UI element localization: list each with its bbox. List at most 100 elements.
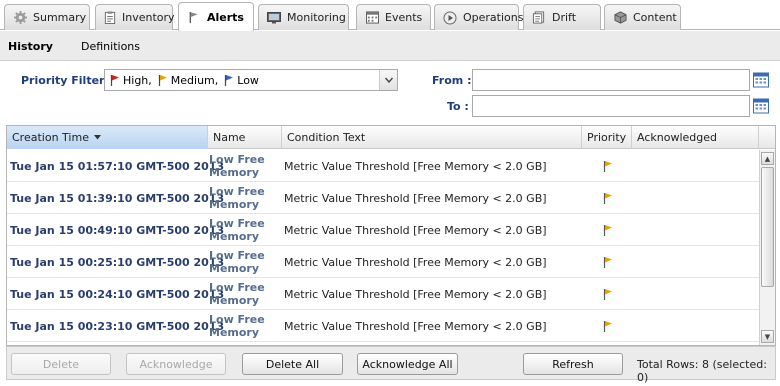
condition-text: Metric Value Threshold [Free Memory < 2.… [284, 191, 547, 205]
column-header-priority[interactable]: Priority [582, 126, 632, 149]
priority-cell [601, 150, 615, 182]
alert-name-line: Low Free [209, 185, 265, 198]
calendar-icon[interactable] [753, 98, 769, 114]
from-date-input[interactable] [472, 69, 750, 91]
condition-text-cell: Metric Value Threshold [Free Memory < 2.… [284, 246, 547, 278]
sort-descending-icon [93, 135, 101, 140]
condition-text: Metric Value Threshold [Free Memory < 2.… [284, 319, 547, 333]
tab-label: Alerts [207, 10, 244, 24]
creation-time-cell: Tue Jan 15 00:49:10 GMT-500 2013 [10, 214, 224, 246]
red-flag-icon [110, 75, 119, 86]
table-toolbar: Delete Acknowledge Delete All Acknowledg… [6, 346, 776, 384]
column-header-label: Name [213, 131, 246, 144]
column-header-label: Acknowledged [637, 131, 717, 144]
alert-name-line: Low Free [209, 281, 265, 294]
alert-name-line: Memory [209, 294, 260, 307]
column-header-label: Priority [587, 131, 627, 144]
column-header-acknowledged[interactable]: Acknowledged [632, 126, 759, 149]
delete-button[interactable]: Delete [11, 353, 111, 375]
tab-monitoring[interactable]: Monitoring [258, 4, 349, 30]
tab-label: Content [633, 11, 677, 24]
column-header-label: Condition Text [287, 131, 366, 144]
priority-flag-icon [603, 193, 612, 204]
monitor-icon [267, 11, 281, 25]
priority-flag-icon [603, 321, 612, 332]
alert-name-line: Memory [209, 230, 260, 243]
alert-name-cell[interactable]: Low Free Memory [209, 150, 279, 182]
table-row[interactable]: Tue Jan 15 01:57:10 GMT-500 2013 Low Free… [7, 150, 759, 182]
vertical-scrollbar[interactable]: ▲ ▼ [759, 150, 775, 345]
alert-name-line: Low Free [209, 249, 265, 262]
chevron-down-icon[interactable] [379, 70, 397, 90]
priority-option-label: Medium, [170, 73, 219, 87]
to-date-input[interactable] [472, 95, 750, 117]
column-header-name[interactable]: Name [208, 126, 282, 149]
table-row[interactable]: Tue Jan 15 00:49:10 GMT-500 2013 Low Free… [7, 214, 759, 246]
refresh-button[interactable]: Refresh [523, 353, 623, 375]
tab-label: Events [385, 11, 423, 24]
flag-icon [187, 10, 201, 24]
total-rows-status: Total Rows: 8 (selected: 0) [637, 358, 767, 384]
column-header-label: Creation Time [12, 131, 89, 144]
tab-summary[interactable]: Summary [4, 4, 90, 30]
condition-text-cell: Metric Value Threshold [Free Memory < 2.… [284, 182, 547, 214]
tab-events[interactable]: Events [356, 4, 431, 30]
condition-text-cell: Metric Value Threshold [Free Memory < 2.… [284, 214, 547, 246]
subtab-definitions[interactable]: Definitions [81, 40, 140, 53]
alert-name-cell[interactable]: Low Free Memory [209, 214, 279, 246]
to-label: To : [447, 100, 469, 113]
column-header-condition-text[interactable]: Condition Text [282, 126, 582, 149]
alert-name-cell[interactable]: Low Free Memory [209, 182, 279, 214]
gear-icon [13, 11, 27, 25]
main-tab-bar: Summary Inventory Alerts Monitoring Even… [0, 0, 780, 31]
acknowledge-button[interactable]: Acknowledge [126, 353, 226, 375]
priority-option-high: High, [110, 74, 152, 87]
table-header: Creation Time Name Condition Text Priori… [7, 126, 775, 149]
scrollbar-thumb[interactable] [761, 167, 774, 287]
creation-time-text: Tue Jan 15 01:57:10 GMT-500 2013 [10, 159, 225, 173]
calendar-icon[interactable] [753, 72, 769, 88]
table-row[interactable]: Tue Jan 15 00:23:10 GMT-500 2013 Low Free… [7, 310, 759, 342]
table-row[interactable]: Tue Jan 15 01:39:10 GMT-500 2013 Low Free… [7, 182, 759, 214]
alert-name-line: Memory [209, 166, 260, 179]
clipboard-icon [104, 11, 116, 25]
alert-name-cell[interactable]: Low Free Memory [209, 310, 279, 342]
creation-time-text: Tue Jan 15 00:23:10 GMT-500 2013 [10, 319, 225, 333]
scroll-down-icon[interactable]: ▼ [761, 330, 774, 343]
scroll-up-icon[interactable]: ▲ [761, 152, 774, 165]
delete-all-button[interactable]: Delete All [242, 353, 343, 375]
tab-inventory[interactable]: Inventory [95, 4, 175, 30]
priority-filter-select[interactable]: High, Medium, Low [104, 69, 398, 91]
tab-label: Inventory [122, 11, 175, 24]
column-header-creation-time[interactable]: Creation Time [7, 126, 208, 149]
priority-flag-icon [603, 289, 612, 300]
creation-time-text: Tue Jan 15 01:39:10 GMT-500 2013 [10, 191, 225, 205]
creation-time-text: Tue Jan 15 00:49:10 GMT-500 2013 [10, 223, 225, 237]
alert-name-line: Low Free [209, 217, 265, 230]
creation-time-cell: Tue Jan 15 00:23:10 GMT-500 2013 [10, 310, 224, 342]
yellow-flag-icon [158, 75, 167, 86]
alert-name-cell[interactable]: Low Free Memory [209, 246, 279, 278]
tab-label: Monitoring [287, 11, 346, 24]
priority-option-medium: Medium, [158, 74, 218, 87]
condition-text-cell: Metric Value Threshold [Free Memory < 2.… [284, 278, 547, 310]
priority-flag-icon [603, 257, 612, 268]
tab-alerts[interactable]: Alerts [178, 2, 254, 31]
tab-operations[interactable]: Operations [434, 4, 523, 30]
alert-name-cell[interactable]: Low Free Memory [209, 278, 279, 310]
table-body: Tue Jan 15 01:57:10 GMT-500 2013 Low Free… [7, 150, 759, 342]
table-row[interactable]: Tue Jan 15 00:25:10 GMT-500 2013 Low Free… [7, 246, 759, 278]
priority-cell [601, 310, 615, 342]
acknowledge-all-button[interactable]: Acknowledge All [357, 353, 458, 375]
from-label: From : [432, 74, 472, 87]
priority-option-low: Low [224, 74, 259, 87]
alert-name-line: Low Free [209, 153, 265, 166]
priority-cell [601, 278, 615, 310]
priority-option-label: High, [123, 73, 152, 87]
tab-content[interactable]: Content [604, 4, 681, 30]
subtab-history[interactable]: History [8, 40, 53, 53]
priority-flag-icon [603, 161, 612, 172]
creation-time-cell: Tue Jan 15 00:25:10 GMT-500 2013 [10, 246, 224, 278]
tab-drift[interactable]: Drift [523, 4, 601, 30]
table-row[interactable]: Tue Jan 15 00:24:10 GMT-500 2013 Low Free… [7, 278, 759, 310]
